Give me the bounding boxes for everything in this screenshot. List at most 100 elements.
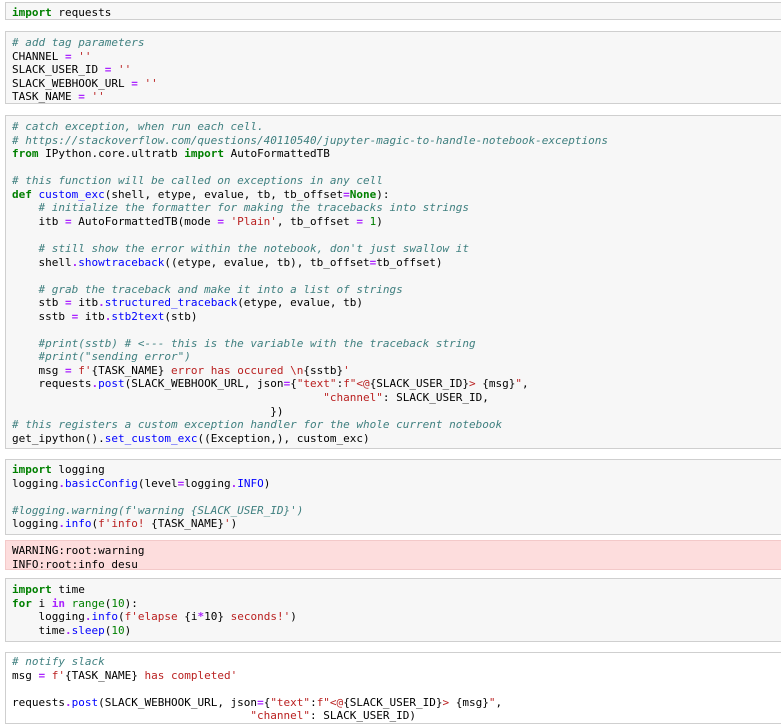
code-line: import requests (12, 6, 111, 20)
code-line: requests.post(SLACK_WEBHOOK_URL, json={"… (12, 377, 528, 391)
code-cell[interactable]: import logging logging.basicConfig(level=… (5, 459, 781, 535)
code-token: import (12, 6, 52, 19)
code-token: . (58, 476, 65, 490)
code-line: # grab the traceback and make it into a … (12, 283, 403, 297)
code-token: info (64, 517, 92, 531)
code-token: (level (137, 476, 178, 490)
code-line: #print("sending error") (12, 350, 191, 364)
code-token: = (64, 363, 72, 377)
code-token: ((etype, evalue, tb), tb_offset (164, 255, 370, 269)
code-token: { (290, 377, 297, 391)
code-token: requests (12, 377, 92, 391)
code-token: range (71, 596, 105, 610)
code-cell[interactable]: # notify slack msg = f'{TASK_NAME} has co… (5, 652, 781, 724)
code-token: import (12, 583, 52, 596)
code-token: {sstb} (303, 363, 344, 377)
code-line: itb = AutoFormattedTB(mode = 'Plain', tb… (12, 214, 382, 229)
code-line: logging.info(f'info! {TASK_NAME}') (12, 517, 237, 531)
code-token: def (12, 187, 32, 201)
code-token: import (184, 147, 224, 161)
code-token: f' (51, 668, 65, 682)
code-token: 10} (204, 610, 224, 624)
code-line: stb = itb.structured_traceback(etype, ev… (12, 296, 363, 310)
code-cell[interactable]: import requests (5, 2, 781, 20)
code-token: {TASK_NAME} (91, 363, 165, 377)
code-token: showtraceback (78, 255, 165, 269)
code-line: msg = f'{TASK_NAME} has completed' (12, 669, 237, 683)
code-token: sleep (71, 623, 105, 637)
code-token: > (442, 695, 456, 709)
code-line: # still show the error within the notebo… (12, 242, 469, 256)
code-token: ) (290, 610, 297, 624)
code-token: INFO:root:info desu (12, 557, 138, 571)
code-token: TASK_NAME (12, 90, 79, 104)
code-line: logging.basicConfig(level=logging.INFO) (12, 477, 270, 491)
code-line: "channel": SLACK_USER_ID, (12, 391, 489, 405)
code-token: . (64, 623, 72, 637)
code-token: requests (12, 695, 65, 709)
code-token: logging (12, 517, 59, 531)
code-token: in (51, 596, 65, 610)
code-token: i (31, 596, 52, 610)
code-token: #print(sstb) # <--- this is the variable… (38, 336, 476, 350)
code-line: # add tag parameters (12, 36, 144, 50)
code-line: TASK_NAME = '' (12, 90, 105, 104)
code-cell[interactable]: import time for i in range(10): logging.i… (5, 578, 781, 642)
code-token: # this function will be called on except… (12, 174, 383, 188)
code-line: # this registers a custom exception hand… (12, 418, 502, 432)
code-token: "channel" (323, 391, 383, 404)
code-line: time.sleep(10) (12, 624, 131, 638)
code-token: }) (12, 404, 284, 418)
code-token: for (12, 596, 32, 610)
code-token: logging (51, 463, 105, 476)
code-token: : SLACK_USER_ID, (382, 391, 489, 404)
code-token: f"<@ (343, 377, 370, 391)
code-token: , tb_offset (276, 214, 357, 228)
code-token: . (58, 517, 65, 531)
code-line: CHANNEL = '' (12, 50, 91, 64)
code-line: INFO:root:info desu (12, 558, 138, 572)
code-token: requests (51, 6, 112, 19)
code-token: = (64, 214, 72, 228)
code-token: itb (71, 296, 99, 310)
code-line: SLACK_USER_ID = '' (12, 63, 131, 77)
code-line: SLACK_WEBHOOK_URL = '' (12, 77, 158, 91)
output-area: WARNING:root:warning INFO:root:info desu (5, 540, 781, 572)
code-token: AutoFormattedTB(mode (71, 214, 218, 228)
code-token: basicConfig (64, 476, 138, 490)
code-token: # notify slack (12, 655, 105, 668)
code-cell[interactable]: # add tag parameters CHANNEL = '' SLACK_US… (5, 31, 781, 104)
code-token: logging (184, 476, 231, 490)
code-token: f'elapse (124, 610, 185, 624)
code-token: ) (263, 476, 271, 490)
code-token: set_custom_exc (104, 431, 198, 445)
code-token: ' (223, 517, 231, 531)
code-token: = (64, 49, 72, 63)
code-line: #print(sstb) # <--- this is the variable… (12, 337, 476, 351)
code-token: '' (144, 76, 158, 90)
code-token: (shell, etype, evalue, tb, tb_offset (104, 187, 344, 201)
code-token: sstb (12, 309, 72, 323)
code-token: : (310, 695, 317, 709)
code-line: shell.showtraceback((etype, evalue, tb),… (12, 255, 442, 270)
code-token: SLACK_WEBHOOK_URL (12, 76, 132, 90)
code-token: {SLACK_USER_ID} (369, 377, 470, 391)
code-token: '' (117, 63, 132, 77)
code-token: import (12, 463, 52, 476)
code-token: f'info! (98, 517, 152, 531)
code-line: }) (12, 404, 284, 419)
code-token: "text" (270, 695, 311, 709)
code-token: msg (12, 668, 39, 682)
code-token: ( (117, 610, 125, 624)
code-line: get_ipython().set_custom_exc((Exception,… (12, 432, 370, 446)
code-token: '' (78, 49, 92, 63)
code-token: "channel" (250, 709, 311, 723)
code-cell[interactable]: # catch exception, when run each cell. # … (5, 115, 781, 449)
